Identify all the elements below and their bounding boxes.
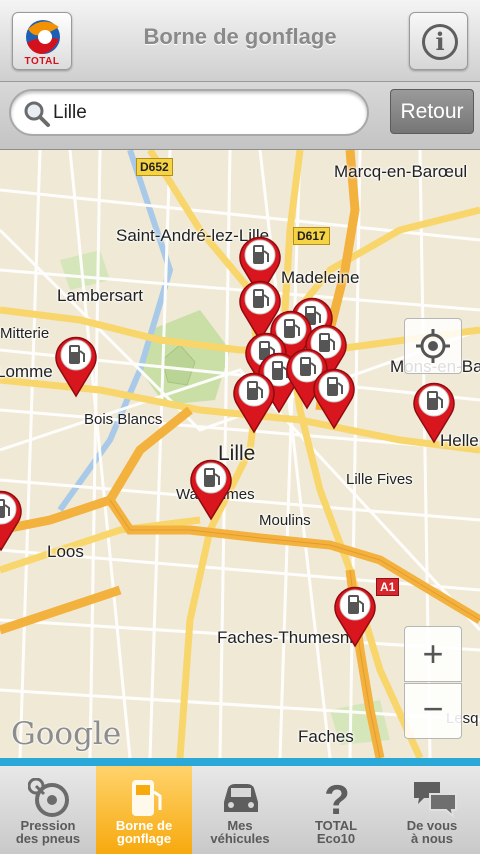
back-button[interactable]: Retour	[390, 89, 474, 134]
zoom-out-button[interactable]: −	[404, 683, 462, 739]
road-badge-d652: D652	[136, 158, 173, 176]
search-field[interactable]	[9, 89, 369, 136]
inflation-station-pin-icon[interactable]	[0, 486, 24, 552]
tab-label-line2: véhicules	[210, 831, 270, 846]
map-label-lille-fives: Lille Fives	[346, 471, 413, 488]
tab-tire-pressure[interactable]: Pression des pneus	[0, 766, 96, 854]
inflation-station-icon	[132, 780, 162, 816]
inflation-station-pin-icon[interactable]	[311, 364, 357, 430]
google-attribution: Google	[11, 716, 122, 752]
inflation-station-pin-icon[interactable]	[231, 368, 277, 434]
crosshair-icon	[416, 329, 450, 363]
tire-pressure-gauge-icon	[28, 778, 69, 817]
info-icon: i	[422, 24, 458, 60]
info-button[interactable]: i	[409, 12, 468, 70]
map-view[interactable]: Marcq-en-Barœul Saint-André-lez-Lille Ma…	[0, 150, 480, 758]
my-location-button[interactable]	[404, 318, 462, 374]
tab-total-eco10[interactable]: ? TOTAL Eco10	[288, 766, 384, 854]
page-title: Borne de gonflage	[143, 24, 337, 49]
search-bar: Retour	[0, 82, 480, 150]
question-mark-icon: ?	[324, 778, 350, 818]
inflation-station-pin-icon[interactable]	[53, 332, 99, 398]
road-badge-d617: D617	[293, 227, 330, 245]
tabbar-accent-line	[0, 758, 480, 766]
svg-text:?: ?	[324, 778, 350, 818]
tab-contact[interactable]: De vous à nous	[384, 766, 480, 854]
tab-label-line2: des pneus	[15, 831, 81, 846]
tab-my-vehicles[interactable]: Mes véhicules	[192, 766, 288, 854]
inflation-station-pin-icon[interactable]	[332, 582, 378, 648]
total-logo-button[interactable]: TOTAL	[12, 12, 72, 70]
tab-label-line2: à nous	[411, 831, 453, 846]
map-label-mitterie: Mitterie	[0, 325, 50, 342]
map-label-loos: Loos	[47, 542, 84, 561]
app-screen: TOTAL Borne de gonflage i Retour	[0, 0, 480, 854]
map-label-lomme: Lomme	[0, 362, 53, 381]
tab-inflation-station[interactable]: Borne de gonflage	[96, 766, 192, 854]
bottom-tab-bar: Pression des pneus Borne de gonflage Mes…	[0, 766, 480, 854]
total-logo-icon	[26, 20, 60, 54]
map-label-madeleine: Madeleine	[281, 268, 360, 287]
map-label-marcq: Marcq-en-Barœul	[334, 162, 468, 181]
search-icon	[24, 101, 50, 127]
map-label-faches: Faches	[298, 727, 354, 746]
car-icon	[224, 784, 258, 812]
tab-label-line2: Eco10	[316, 831, 356, 846]
road-badge-a1: A1	[376, 578, 400, 596]
inflation-station-pin-icon[interactable]	[411, 378, 457, 444]
search-input[interactable]	[53, 99, 353, 127]
map-label-bois-blancs: Bois Blancs	[84, 411, 163, 428]
zoom-in-button[interactable]: +	[404, 626, 462, 682]
inflation-station-pin-icon[interactable]	[188, 455, 234, 521]
map-label-moulins: Moulins	[259, 512, 311, 529]
total-logo-text: TOTAL	[24, 56, 60, 67]
tab-label-line2: gonflage	[116, 831, 172, 846]
speech-bubbles-icon	[414, 782, 457, 818]
header-bar: TOTAL Borne de gonflage i	[0, 0, 480, 82]
map-label-lambersart: Lambersart	[57, 286, 143, 305]
